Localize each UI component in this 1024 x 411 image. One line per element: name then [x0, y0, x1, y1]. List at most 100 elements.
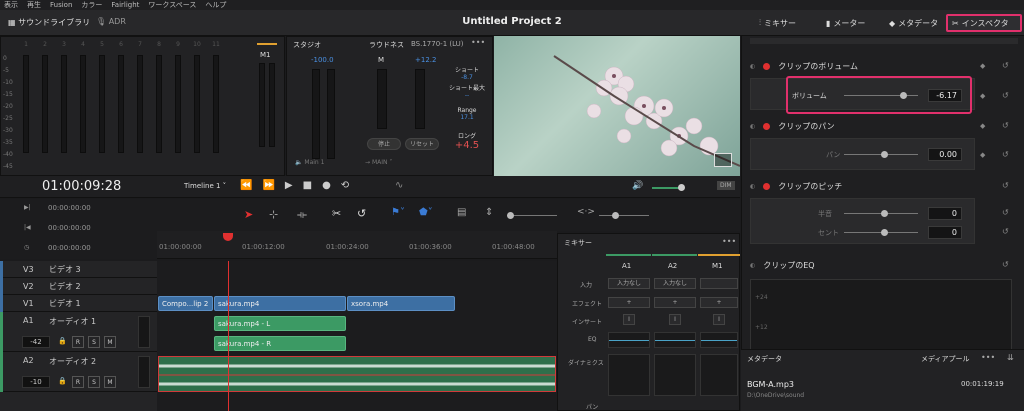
- add-effect-a1[interactable]: +: [608, 297, 650, 308]
- pan-knob[interactable]: [881, 151, 888, 158]
- input-select-m1[interactable]: [700, 278, 738, 289]
- input-select-a1[interactable]: 入力なし: [608, 278, 650, 289]
- enabled-dot[interactable]: [763, 183, 771, 190]
- keyframe-icon[interactable]: ◆: [980, 92, 985, 100]
- lock-icon[interactable]: 🔒: [58, 377, 67, 385]
- record-icon[interactable]: ●: [322, 180, 331, 191]
- eq-thumb-a2[interactable]: [654, 332, 696, 348]
- enabled-dot[interactable]: [763, 63, 771, 70]
- tc-duration[interactable]: 00:00:00:00: [48, 244, 91, 252]
- menu-help[interactable]: ヘルプ: [205, 0, 226, 10]
- picture-in-picture-icon[interactable]: [714, 153, 732, 167]
- video-clip-sakura[interactable]: sakura.mp4: [214, 296, 346, 311]
- dim-button[interactable]: DIM: [717, 181, 735, 190]
- horizontal-zoom-icon[interactable]: <·>: [577, 207, 595, 217]
- volume-icon[interactable]: 🔊: [632, 181, 643, 191]
- mixer-toggle-button[interactable]: ⫶ ミキサー: [755, 14, 800, 32]
- automation-icon[interactable]: ∿: [395, 180, 403, 191]
- audio-clip-sakura-left[interactable]: sakura.mp4 - L: [214, 316, 346, 331]
- video-clip-xsora[interactable]: xsora.mp4: [347, 296, 455, 311]
- track-header-v2[interactable]: V2 ビデオ 2: [0, 277, 157, 295]
- toggle-icon[interactable]: ◐: [750, 123, 755, 130]
- timecode-display[interactable]: 01:00:09:28: [42, 179, 121, 194]
- stop-icon[interactable]: ■: [303, 180, 312, 191]
- keyframe-icon[interactable]: ◆: [980, 151, 985, 159]
- range-tool-icon[interactable]: ⊹: [269, 208, 278, 221]
- video-viewer[interactable]: [494, 36, 740, 176]
- pointer-tool-icon[interactable]: ➤: [244, 208, 253, 221]
- reset-button[interactable]: リセット: [405, 138, 439, 150]
- eq-graph[interactable]: +24 +12: [750, 279, 1012, 351]
- add-effect-a2[interactable]: +: [654, 297, 696, 308]
- track-volume[interactable]: -42: [22, 336, 50, 348]
- more-options-icon[interactable]: •••: [471, 38, 485, 47]
- audio-clip-bgm[interactable]: [158, 356, 556, 392]
- toggle-icon[interactable]: ◐: [750, 63, 755, 70]
- timeline-select[interactable]: Timeline 1 ˅: [184, 182, 226, 190]
- timeline-ruler[interactable]: 01:00:00:00 01:00:12:00 01:00:24:00 01:0…: [157, 231, 557, 259]
- reset-icon[interactable]: ↺: [1002, 227, 1009, 236]
- enabled-dot[interactable]: [763, 123, 771, 130]
- toggle-icon[interactable]: ◐: [750, 183, 755, 190]
- semitone-value[interactable]: 0: [928, 207, 962, 220]
- dynamics-thumb-a1[interactable]: [608, 354, 650, 396]
- reset-icon[interactable]: ↺: [1002, 121, 1009, 130]
- reset-icon[interactable]: ↺: [1002, 61, 1009, 70]
- pan-value[interactable]: 0.00: [928, 148, 962, 161]
- eq-thumb-m1[interactable]: [700, 332, 738, 348]
- horizontal-zoom-knob[interactable]: [612, 212, 619, 219]
- input-select-a2[interactable]: 入力なし: [654, 278, 696, 289]
- track-header-v3[interactable]: V3 ビデオ 3: [0, 260, 157, 278]
- menu-color[interactable]: カラー: [81, 0, 102, 10]
- track-header-a1[interactable]: A1 オーディオ 1 -42 🔒 R S M: [0, 312, 157, 352]
- tc-in-point[interactable]: 00:00:00:00: [48, 204, 91, 212]
- play-icon[interactable]: ▶: [285, 180, 293, 191]
- main-volume-knob[interactable]: [678, 184, 685, 191]
- horizontal-zoom-slider[interactable]: [599, 215, 649, 216]
- keyframe-icon[interactable]: ◆: [980, 122, 985, 130]
- cent-knob[interactable]: [881, 229, 888, 236]
- toggle-icon[interactable]: ◐: [750, 262, 755, 269]
- lock-icon[interactable]: 🔒: [58, 337, 67, 345]
- timeline-tracks[interactable]: Compo...lip 2 sakura.mp4 xsora.mp4 sakur…: [157, 261, 557, 411]
- stop-button[interactable]: 停止: [367, 138, 401, 150]
- menu-workspace[interactable]: ワークスペース: [148, 0, 196, 10]
- semitone-knob[interactable]: [881, 210, 888, 217]
- record-arm-button[interactable]: R: [72, 336, 84, 348]
- reset-icon[interactable]: ↺: [1002, 150, 1009, 159]
- trim-tool-icon[interactable]: ⟛: [297, 208, 307, 222]
- tc-out-point[interactable]: 00:00:00:00: [48, 224, 91, 232]
- track-volume[interactable]: -10: [22, 376, 50, 388]
- more-options-icon[interactable]: •••: [981, 353, 995, 362]
- volume-knob[interactable]: [900, 92, 907, 99]
- menu-view[interactable]: 表示: [4, 0, 18, 10]
- snap-tool-icon[interactable]: ↺: [357, 207, 366, 220]
- rewind-icon[interactable]: ⏪: [240, 180, 252, 191]
- eq-thumb-a1[interactable]: [608, 332, 650, 348]
- insert-toggle-a1[interactable]: I: [623, 314, 635, 325]
- menu-playback[interactable]: 再生: [27, 0, 41, 10]
- menu-fusion[interactable]: Fusion: [50, 0, 72, 10]
- record-arm-button[interactable]: R: [72, 376, 84, 388]
- inspector-toggle-button[interactable]: ✂ インスペクタ: [946, 14, 1022, 32]
- metadata-toggle-button[interactable]: ◆ メタデータ: [885, 14, 942, 32]
- meter-toggle-button[interactable]: ▮ メーター: [822, 14, 869, 32]
- reset-icon[interactable]: ↺: [1002, 260, 1009, 269]
- solo-button[interactable]: S: [88, 336, 100, 348]
- track-header-a2[interactable]: A2 オーディオ 2 -10 🔒 R S M: [0, 352, 157, 392]
- timeline-view-icon[interactable]: ▤: [457, 207, 466, 218]
- media-pool-button[interactable]: メディアプール: [921, 354, 970, 364]
- volume-value[interactable]: -6.17: [928, 89, 962, 102]
- marker-icon[interactable]: ⬟˅: [419, 207, 433, 218]
- keyframe-icon[interactable]: ◆: [980, 62, 985, 70]
- main-output-select[interactable]: → MAIN ˅: [365, 159, 392, 166]
- insert-toggle-a2[interactable]: I: [669, 314, 681, 325]
- reset-icon[interactable]: ↺: [1002, 208, 1009, 217]
- vertical-zoom-knob[interactable]: [507, 212, 514, 219]
- compound-clip[interactable]: Compo...lip 2: [158, 296, 213, 311]
- reset-icon[interactable]: ↺: [1002, 91, 1009, 100]
- cent-value[interactable]: 0: [928, 226, 962, 239]
- razor-tool-icon[interactable]: ✂: [332, 207, 341, 220]
- flag-icon[interactable]: ⚑˅: [391, 207, 405, 218]
- audio-clip-sakura-right[interactable]: sakura.mp4 - R: [214, 336, 346, 351]
